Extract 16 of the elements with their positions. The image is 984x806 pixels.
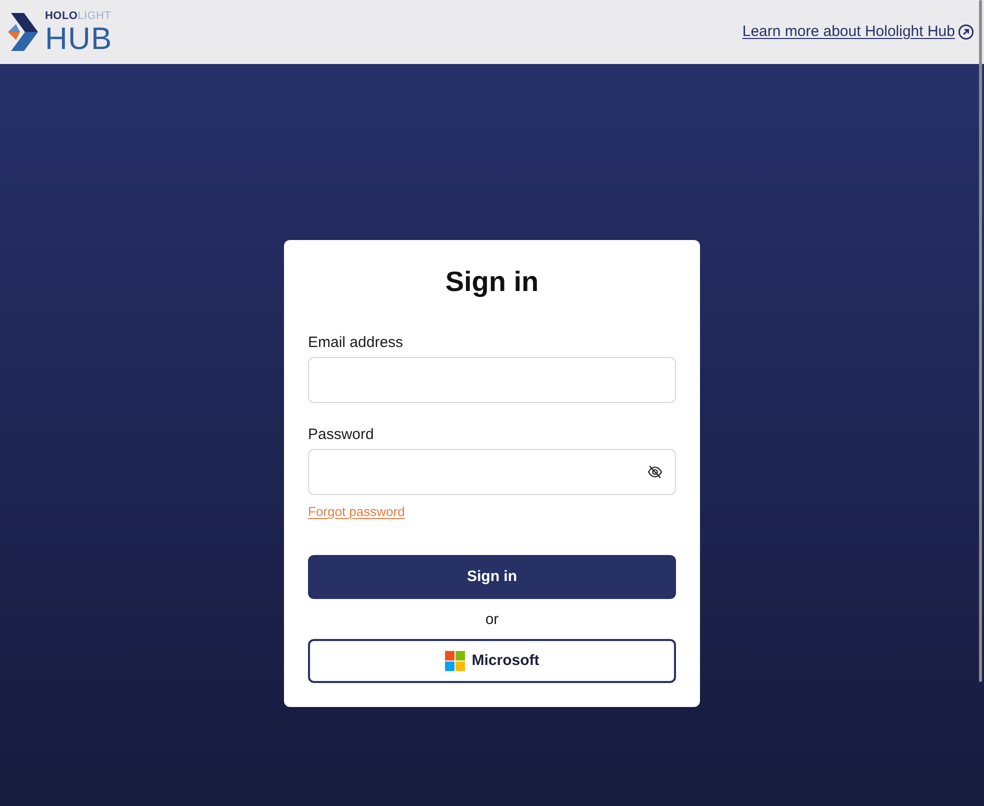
- four-squares-logo-icon: [444, 651, 465, 671]
- learn-more-link[interactable]: Learn more about Hololight Hub: [742, 20, 955, 44]
- product-name: HUB: [45, 22, 112, 54]
- scrollbar-thumb[interactable]: [979, 0, 982, 682]
- external-link-icon[interactable]: [958, 24, 974, 40]
- divider-text: or: [485, 610, 499, 630]
- eye-slash-icon[interactable]: [647, 464, 663, 480]
- password-field[interactable]: [308, 449, 676, 495]
- card-title: Sign in: [444, 265, 540, 299]
- microsoft-sign-in-button[interactable]: Microsoft: [308, 639, 676, 683]
- brand-name: HOLOLIGHT: [45, 10, 112, 22]
- field-label: Email address: [308, 333, 404, 353]
- email-field[interactable]: [308, 357, 676, 403]
- sign-in-button[interactable]: Sign in: [308, 555, 676, 599]
- logo-icon: [8, 13, 38, 51]
- field-label: Password: [308, 425, 375, 445]
